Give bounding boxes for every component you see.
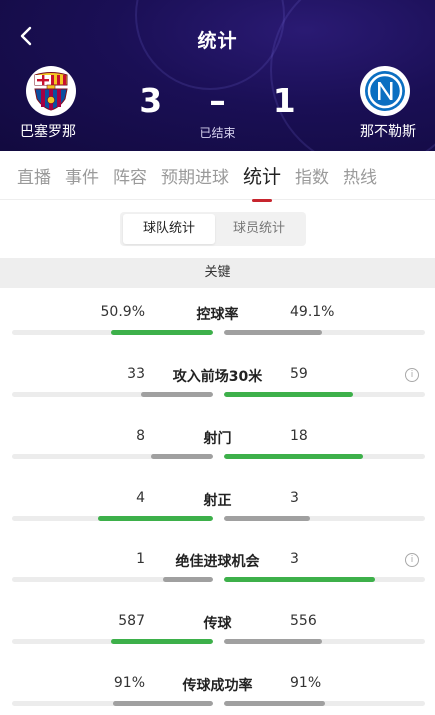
away-bar-fill xyxy=(224,454,363,459)
section-header-key: 关键 xyxy=(0,258,435,288)
away-value: 18 xyxy=(290,428,308,444)
tab-hotline[interactable]: 热线 xyxy=(343,163,377,188)
home-bar-fill xyxy=(110,330,213,335)
stat-label: 射正 xyxy=(203,493,232,509)
away-value: 3 xyxy=(290,490,299,506)
home-bar-track xyxy=(12,516,213,521)
stat-row-possession: 50.9% 控球率 49.1% xyxy=(0,304,435,366)
away-bar-track xyxy=(224,516,425,521)
tab-expected-goals[interactable]: 预期进球 xyxy=(161,163,229,188)
home-bar-fill xyxy=(140,392,213,397)
tab-odds[interactable]: 指数 xyxy=(295,163,329,188)
home-bar-track xyxy=(12,454,213,459)
tab-bar: 直播 事件 阵容 预期进球 统计 指数 热线 xyxy=(0,151,435,200)
away-value: 59 xyxy=(290,366,308,382)
tab-live[interactable]: 直播 xyxy=(17,163,51,188)
player-stats-button[interactable]: 球员统计 xyxy=(215,214,303,244)
away-bar-fill xyxy=(224,701,325,706)
away-bar-track xyxy=(224,392,425,397)
away-bar-fill xyxy=(224,516,311,521)
score-separator: – xyxy=(209,81,226,120)
away-bar-track xyxy=(224,330,425,335)
away-value: 91% xyxy=(290,675,322,691)
stat-label: 绝佳进球机会 xyxy=(175,554,260,570)
home-bar-track xyxy=(12,701,213,706)
stat-label: 控球率 xyxy=(196,307,239,323)
tab-events[interactable]: 事件 xyxy=(65,163,99,188)
stat-label: 传球 xyxy=(203,616,232,632)
info-icon[interactable]: i xyxy=(405,368,419,382)
stat-label: 传球成功率 xyxy=(182,678,253,694)
away-team-name[interactable]: 那不勒斯 xyxy=(360,121,416,141)
home-bar-track xyxy=(12,577,213,582)
home-bar-fill xyxy=(162,577,213,582)
stat-row-passes: 587 传球 556 xyxy=(0,613,435,675)
stat-row-shots: 8 射门 18 xyxy=(0,428,435,490)
away-bar-fill xyxy=(224,330,323,335)
away-bar-fill xyxy=(224,639,323,644)
match-stats-screen: 统计 巴塞罗那 3 – 1 已结束 那不勒斯 直播 事件 阵容 预期进球 统计 … xyxy=(0,0,435,715)
home-bar-track xyxy=(12,639,213,644)
away-value: 556 xyxy=(290,613,317,629)
away-team-logo[interactable] xyxy=(360,66,410,116)
away-bar-track xyxy=(224,454,425,459)
stat-label: 攻入前场30米 xyxy=(172,369,263,385)
team-stats-button[interactable]: 球队统计 xyxy=(123,214,215,244)
match-header: 统计 巴塞罗那 3 – 1 已结束 那不勒斯 xyxy=(0,0,435,151)
away-bar-fill xyxy=(224,392,353,397)
away-bar-fill xyxy=(224,577,375,582)
home-bar-track xyxy=(12,330,213,335)
home-bar-fill xyxy=(112,701,213,706)
away-bar-track xyxy=(224,701,425,706)
stat-row-big-chances: 1 绝佳进球机会 3 i xyxy=(0,551,435,613)
home-bar-track xyxy=(12,392,213,397)
page-title: 统计 xyxy=(197,30,238,52)
stat-row-final-third-entries: 33 攻入前场30米 59 i xyxy=(0,366,435,428)
home-score: 3 xyxy=(139,81,163,120)
stat-row-shots-on-target: 4 射正 3 xyxy=(0,490,435,552)
napoli-crest-icon xyxy=(365,71,405,111)
home-bar-fill xyxy=(98,516,213,521)
tab-stats[interactable]: 统计 xyxy=(243,162,281,189)
info-icon[interactable]: i xyxy=(405,553,419,567)
away-value: 49.1% xyxy=(290,304,335,320)
home-bar-fill xyxy=(110,639,213,644)
tab-lineup[interactable]: 阵容 xyxy=(113,163,147,188)
away-score: 1 xyxy=(272,81,296,120)
stats-type-switch: 球队统计 球员统计 xyxy=(120,212,306,246)
away-bar-track xyxy=(224,577,425,582)
away-bar-track xyxy=(224,639,425,644)
stat-label: 射门 xyxy=(203,431,232,447)
away-value: 3 xyxy=(290,551,299,567)
stat-row-pass-accuracy: 91% 传球成功率 91% xyxy=(0,675,435,715)
home-bar-fill xyxy=(150,454,213,459)
